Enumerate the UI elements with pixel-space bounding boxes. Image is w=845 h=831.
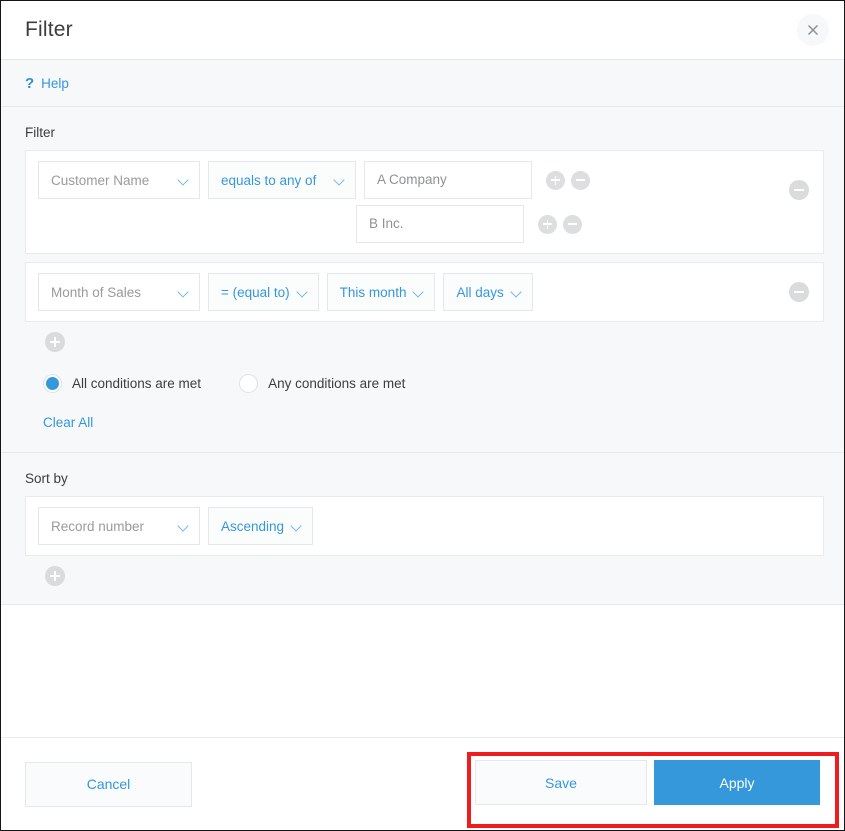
filter-dialog: Filter ? Help Filter Customer Name equal… bbox=[0, 0, 845, 831]
cancel-button[interactable]: Cancel bbox=[25, 761, 192, 807]
condition-days-value: All days bbox=[456, 284, 504, 300]
sort-row: Record number Ascending bbox=[25, 496, 824, 556]
condition-period-select[interactable]: This month bbox=[326, 273, 436, 311]
radio-any-conditions-label: Any conditions are met bbox=[268, 376, 406, 391]
radio-all-conditions-label: All conditions are met bbox=[72, 376, 202, 391]
condition-operator-value: equals to any of bbox=[221, 172, 317, 188]
condition-field-select[interactable]: Customer Name bbox=[38, 161, 200, 199]
condition-field-select[interactable]: Month of Sales bbox=[38, 273, 200, 311]
minus-icon bbox=[568, 220, 577, 229]
condition-period-value: This month bbox=[339, 284, 407, 300]
close-glyph bbox=[808, 25, 818, 35]
filter-condition-row: Month of Sales = (equal to) This month A… bbox=[25, 262, 824, 322]
plus-icon bbox=[50, 571, 60, 581]
sort-section-label: Sort by bbox=[25, 471, 68, 486]
condition-field-value: Month of Sales bbox=[51, 284, 142, 300]
help-label: Help bbox=[41, 75, 69, 91]
radio-any-conditions[interactable]: Any conditions are met bbox=[239, 374, 405, 393]
condition-line: Month of Sales = (equal to) This month A… bbox=[38, 273, 811, 311]
close-icon[interactable] bbox=[797, 14, 829, 46]
add-condition-button[interactable] bbox=[45, 332, 65, 352]
clear-all-link[interactable]: Clear All bbox=[43, 415, 93, 430]
plus-icon bbox=[543, 219, 552, 229]
remove-condition-button[interactable] bbox=[789, 180, 809, 200]
help-bar: ? Help bbox=[1, 60, 844, 107]
condition-operator-select[interactable]: equals to any of bbox=[208, 161, 356, 199]
chevron-down-icon bbox=[414, 287, 425, 298]
filter-condition-row: Customer Name equals to any of A Company bbox=[25, 150, 824, 254]
chevron-down-icon bbox=[512, 287, 523, 298]
sort-direction-value: Ascending bbox=[221, 518, 285, 534]
sort-field-value: Record number bbox=[51, 518, 145, 534]
radio-unselected-icon bbox=[239, 374, 259, 393]
condition-value-input[interactable]: B Inc. bbox=[356, 205, 524, 243]
plus-icon bbox=[50, 337, 60, 347]
chevron-down-icon bbox=[179, 521, 190, 532]
match-mode-radio-group: All conditions are met Any conditions ar… bbox=[43, 374, 824, 393]
minus-icon bbox=[576, 176, 585, 185]
dialog-footer: Cancel Save Apply bbox=[1, 737, 844, 830]
radio-all-conditions[interactable]: All conditions are met bbox=[43, 374, 201, 393]
chevron-down-icon bbox=[179, 175, 190, 186]
remove-value-button[interactable] bbox=[571, 170, 590, 190]
remove-value-button[interactable] bbox=[563, 214, 582, 234]
filter-section: Filter Customer Name equals to any of A … bbox=[1, 107, 844, 453]
chevron-down-icon bbox=[292, 521, 303, 532]
add-value-button[interactable] bbox=[546, 170, 565, 190]
plus-icon bbox=[551, 175, 560, 185]
condition-operator-select[interactable]: = (equal to) bbox=[208, 273, 319, 311]
condition-line: Customer Name equals to any of A Company bbox=[38, 161, 811, 199]
condition-field-value: Customer Name bbox=[51, 172, 150, 188]
add-sort-button[interactable] bbox=[45, 566, 65, 586]
value-row-buttons bbox=[538, 214, 582, 234]
chevron-down-icon bbox=[335, 175, 346, 186]
save-button[interactable]: Save bbox=[475, 760, 647, 805]
footer-primary-actions: Save Apply bbox=[475, 760, 820, 805]
condition-operator-value: = (equal to) bbox=[221, 284, 290, 300]
chevron-down-icon bbox=[179, 287, 190, 298]
minus-icon bbox=[794, 189, 804, 191]
filter-section-label: Filter bbox=[25, 125, 55, 140]
dialog-header: Filter bbox=[1, 1, 844, 60]
condition-value-input[interactable]: A Company bbox=[364, 161, 532, 199]
sort-field-select[interactable]: Record number bbox=[38, 507, 200, 545]
sort-direction-select[interactable]: Ascending bbox=[208, 507, 314, 545]
sort-section: Sort by Record number Ascending bbox=[1, 453, 844, 605]
apply-button[interactable]: Apply bbox=[654, 760, 820, 805]
question-mark-icon: ? bbox=[25, 74, 35, 92]
body-spacer bbox=[1, 605, 844, 713]
add-value-button[interactable] bbox=[538, 214, 557, 234]
sort-line: Record number Ascending bbox=[38, 507, 811, 545]
condition-line: B Inc. bbox=[38, 205, 811, 243]
help-link[interactable]: ? Help bbox=[25, 76, 69, 91]
condition-days-select[interactable]: All days bbox=[443, 273, 533, 311]
dialog-body: Filter Customer Name equals to any of A … bbox=[1, 107, 844, 737]
chevron-down-icon bbox=[298, 287, 309, 298]
minus-icon bbox=[794, 291, 804, 293]
page-title: Filter bbox=[25, 18, 73, 41]
value-row-buttons bbox=[546, 170, 590, 190]
remove-condition-button[interactable] bbox=[789, 282, 809, 302]
radio-selected-icon bbox=[43, 374, 62, 393]
